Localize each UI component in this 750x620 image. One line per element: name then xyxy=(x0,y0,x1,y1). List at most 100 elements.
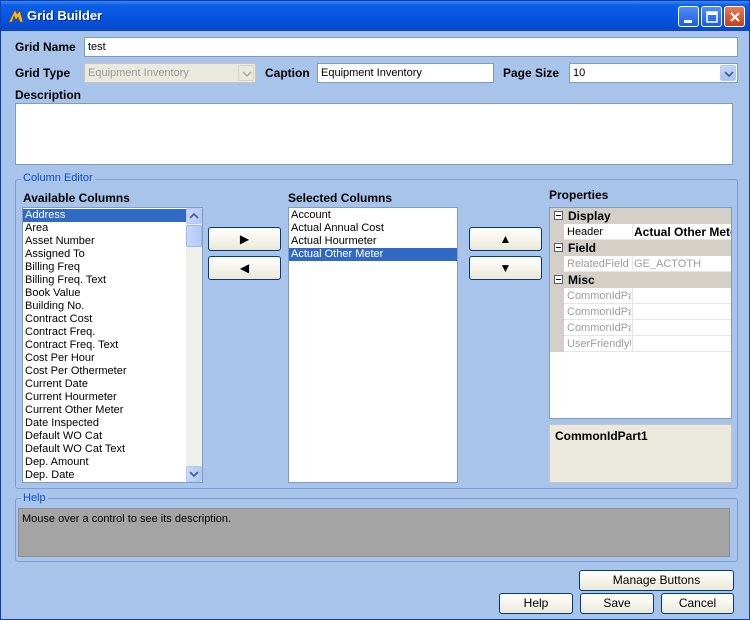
maximize-button[interactable] xyxy=(701,6,722,27)
selected-column-item[interactable]: Actual Other Meter xyxy=(289,248,457,261)
available-column-item[interactable]: Current Date xyxy=(23,378,187,391)
arrow-down-icon: ▼ xyxy=(499,261,512,275)
page-size-select[interactable]: 10 xyxy=(569,63,738,83)
property-row[interactable]: Header Actual Other Meter xyxy=(550,224,731,240)
chevron-down-icon xyxy=(189,471,199,478)
help-button[interactable]: Help xyxy=(499,593,573,614)
selected-column-item[interactable]: Actual Annual Cost xyxy=(289,222,457,235)
property-name: CommonIdPa xyxy=(567,290,631,302)
description-label: Description xyxy=(15,88,82,102)
help-group-title: Help xyxy=(21,492,48,504)
chevron-up-icon xyxy=(189,212,199,219)
caption-input[interactable]: Equipment Inventory xyxy=(317,63,494,83)
scroll-down-button[interactable] xyxy=(186,466,202,482)
available-column-item[interactable]: Address xyxy=(23,209,187,222)
property-separator xyxy=(632,336,633,352)
arrow-right-icon: ▶ xyxy=(239,232,250,246)
grid-type-label: Grid Type xyxy=(15,66,71,80)
available-columns-list[interactable]: Address Area Asset Number Assigned To Billin… xyxy=(22,207,203,483)
move-down-button[interactable]: ▼ xyxy=(469,256,542,280)
property-description-panel: CommonIdPart1 xyxy=(549,424,732,483)
property-value[interactable]: GE_ACTOTH xyxy=(634,258,701,270)
title-bar[interactable]: Grid Builder xyxy=(1,1,749,31)
property-category[interactable]: Display xyxy=(550,208,731,224)
scroll-up-button[interactable] xyxy=(186,208,202,224)
property-separator xyxy=(632,256,633,272)
available-column-item[interactable]: Contract Cost xyxy=(23,313,187,326)
available-column-item[interactable]: Default WO Cat Text xyxy=(23,443,187,456)
property-row[interactable]: CommonIdPa xyxy=(550,320,731,336)
property-separator xyxy=(632,288,633,304)
selected-column-item[interactable]: Account xyxy=(289,209,457,222)
property-row-gutter xyxy=(550,256,564,272)
property-category[interactable]: Field xyxy=(550,240,731,256)
caption-label: Caption xyxy=(265,66,310,80)
remove-column-button[interactable]: ◀ xyxy=(208,256,281,280)
minimize-button[interactable] xyxy=(678,6,699,27)
property-row[interactable]: CommonIdPa xyxy=(550,288,731,304)
property-separator xyxy=(632,304,633,320)
add-column-button[interactable]: ▶ xyxy=(208,227,281,251)
available-column-item[interactable]: Asset Number xyxy=(23,235,187,248)
selected-column-item[interactable]: Actual Hourmeter xyxy=(289,235,457,248)
available-column-item[interactable]: Contract Freq. Text xyxy=(23,339,187,352)
close-button[interactable] xyxy=(724,6,745,27)
property-row[interactable]: UserFriendlyU xyxy=(550,336,731,352)
description-input[interactable] xyxy=(15,103,733,165)
available-column-item[interactable]: Billing Freq xyxy=(23,261,187,274)
available-columns-scrollbar[interactable] xyxy=(186,208,202,482)
selected-columns-label: Selected Columns xyxy=(288,191,393,205)
manage-buttons-label: Manage Buttons xyxy=(612,573,701,587)
grid-type-select: Equipment Inventory xyxy=(84,63,256,83)
available-column-item[interactable]: Contract Freq. xyxy=(23,326,187,339)
available-column-item[interactable]: Dep. Date xyxy=(23,469,187,482)
property-name: CommonIdPa xyxy=(567,322,631,334)
property-category-name: Display xyxy=(568,209,611,223)
available-column-item[interactable]: Building No. xyxy=(23,300,187,313)
collapse-icon[interactable] xyxy=(554,275,563,284)
property-name: Header xyxy=(567,226,604,238)
grid-name-input[interactable]: test xyxy=(84,37,738,57)
available-column-item[interactable]: Dep. Amount xyxy=(23,456,187,469)
property-row[interactable]: CommonIdPa xyxy=(550,304,731,320)
manage-buttons-button[interactable]: Manage Buttons xyxy=(579,570,734,591)
available-column-item[interactable]: Cost Per Hour xyxy=(23,352,187,365)
property-row-gutter xyxy=(550,336,564,352)
property-category-name: Field xyxy=(568,241,597,255)
available-column-item[interactable]: Current Other Meter xyxy=(23,404,187,417)
collapse-icon[interactable] xyxy=(554,243,563,252)
property-separator xyxy=(632,224,633,240)
property-description-title: CommonIdPart1 xyxy=(555,429,648,443)
available-columns-label: Available Columns xyxy=(23,191,130,205)
available-column-item[interactable]: Cost Per Othermeter xyxy=(23,365,187,378)
selected-columns-list[interactable]: Account Actual Annual Cost Actual Hourmete… xyxy=(288,207,458,483)
grid-name-label: Grid Name xyxy=(15,40,76,54)
cancel-button-label: Cancel xyxy=(678,596,717,610)
available-column-item[interactable]: Date Inspected xyxy=(23,417,187,430)
property-separator xyxy=(632,320,633,336)
window-title: Grid Builder xyxy=(27,8,103,23)
cancel-button[interactable]: Cancel xyxy=(661,593,734,614)
available-column-item[interactable]: Current Hourmeter xyxy=(23,391,187,404)
property-row-gutter xyxy=(550,304,564,320)
chevron-down-icon[interactable] xyxy=(720,65,736,81)
arrow-up-icon: ▲ xyxy=(499,232,512,246)
collapse-icon[interactable] xyxy=(554,211,563,220)
property-name: UserFriendlyU xyxy=(567,338,631,350)
page-size-value: 10 xyxy=(573,67,586,79)
scroll-thumb[interactable] xyxy=(186,225,202,247)
page-size-label: Page Size xyxy=(503,66,560,80)
available-column-item[interactable]: Assigned To xyxy=(23,248,187,261)
help-text: Mouse over a control to see its descript… xyxy=(18,508,730,557)
save-button[interactable]: Save xyxy=(580,593,654,614)
available-column-item[interactable]: Book Value xyxy=(23,287,187,300)
available-column-item[interactable]: Billing Freq. Text xyxy=(23,274,187,287)
property-value[interactable]: Actual Other Meter xyxy=(634,225,731,239)
move-up-button[interactable]: ▲ xyxy=(469,227,542,251)
available-column-item[interactable]: Default WO Cat xyxy=(23,430,187,443)
property-row[interactable]: RelatedField GE_ACTOTH xyxy=(550,256,731,272)
close-icon xyxy=(730,12,740,22)
property-grid[interactable]: Display Header Actual Other Meter Field Rela… xyxy=(549,207,732,419)
property-category[interactable]: Misc xyxy=(550,272,731,288)
available-column-item[interactable]: Area xyxy=(23,222,187,235)
